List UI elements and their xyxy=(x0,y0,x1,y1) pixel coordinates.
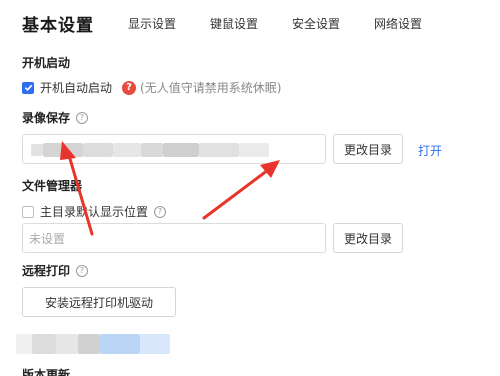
arrow-pointing-recording-field-end xyxy=(202,160,280,220)
arrow-pointing-recording-path xyxy=(60,141,94,236)
annotation-arrows xyxy=(60,141,280,236)
